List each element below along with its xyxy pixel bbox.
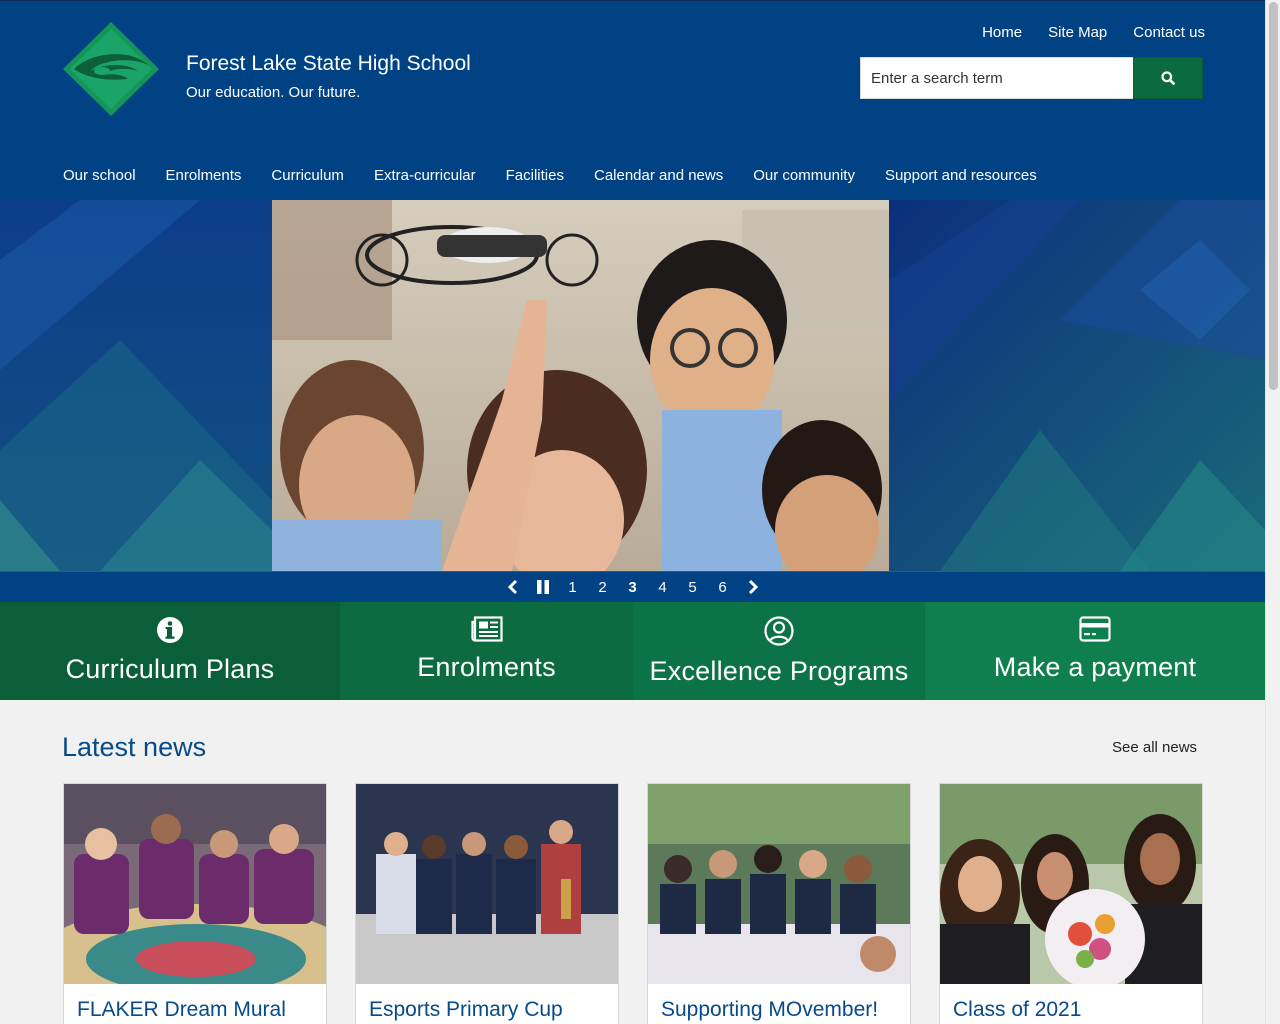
carousel-dot-2[interactable]: 2 [588,579,618,596]
carousel-next-button[interactable] [738,579,768,595]
carousel-dot-4[interactable]: 4 [648,579,678,596]
site-tagline: Our education. Our future. [186,84,361,101]
news-thumbnail [648,784,910,984]
nav-our-school[interactable]: Our school [48,161,151,190]
nav-calendar-and-news[interactable]: Calendar and news [579,161,738,190]
news-card-title: Class of 2021 [953,998,1082,1021]
news-thumbnail [64,784,326,984]
quicklink-curriculum-plans[interactable]: Curriculum Plans [0,602,340,700]
pause-icon [536,580,549,594]
quicklink-label: Excellence Programs [649,656,909,686]
nav-extra-curricular[interactable]: Extra-curricular [359,161,491,190]
search-form [860,57,1203,99]
utility-link-home[interactable]: Home [982,23,1022,42]
news-card[interactable]: Esports Primary Cup [355,783,619,1024]
quicklink-label: Make a payment [993,652,1197,682]
see-all-news-link[interactable]: See all news [1112,739,1197,756]
utility-link-contact[interactable]: Contact us [1133,23,1205,42]
news-card[interactable]: FLAKER Dream Mural [63,783,327,1024]
news-card[interactable]: Supporting MOvember! [647,783,911,1024]
user-circle-icon [764,616,794,646]
info-icon [157,617,183,643]
news-card-title: Supporting MOvember! [661,998,879,1021]
carousel-controls: 1 2 3 4 5 6 [0,571,1265,602]
carousel-dot-6[interactable]: 6 [708,579,738,596]
nav-our-community[interactable]: Our community [738,161,870,190]
page-scrollbar[interactable] [1265,0,1280,1024]
nav-support-and-resources[interactable]: Support and resources [870,161,1052,190]
search-icon [1161,71,1175,85]
credit-card-icon [1079,616,1111,642]
search-button[interactable] [1133,57,1203,99]
quicklink-excellence-programs[interactable]: Excellence Programs [633,602,925,700]
news-card-title: FLAKER Dream Mural [77,998,286,1021]
carousel-prev-button[interactable] [498,579,528,595]
site-name[interactable]: Forest Lake State High School [186,52,471,76]
carousel-pause-button[interactable] [528,580,558,594]
main-nav: Our school Enrolments Curriculum Extra-c… [48,161,1052,190]
latest-news-heading: Latest news [62,732,207,762]
carousel-dot-1[interactable]: 1 [558,579,588,596]
scrollbar-thumb[interactable] [1269,2,1278,390]
news-thumbnail [356,784,618,984]
quicklinks-bar: Curriculum Plans Enrolments Excellence P… [0,602,1265,700]
school-logo[interactable] [62,21,160,117]
utility-link-site-map[interactable]: Site Map [1048,23,1107,42]
page: Forest Lake State High School Our educat… [0,0,1265,1024]
hero-slide-image [272,200,889,571]
news-thumbnail [940,784,1202,984]
quicklink-enrolments[interactable]: Enrolments [340,602,633,700]
nav-curriculum[interactable]: Curriculum [256,161,359,190]
news-card[interactable]: Class of 2021 [939,783,1203,1024]
chevron-left-icon [507,579,517,595]
quicklink-label: Enrolments [417,652,556,682]
newspaper-icon [470,616,503,642]
nav-facilities[interactable]: Facilities [491,161,579,190]
carousel-dot-3[interactable]: 3 [618,579,648,596]
chevron-right-icon [748,579,758,595]
utility-nav: Home Site Map Contact us [982,23,1205,42]
news-card-title: Esports Primary Cup [369,998,563,1021]
search-input[interactable] [860,57,1133,99]
quicklink-label: Curriculum Plans [65,654,275,684]
carousel-dot-5[interactable]: 5 [678,579,708,596]
hero-carousel [0,200,1265,571]
site-header: Forest Lake State High School Our educat… [0,0,1265,200]
quicklink-make-a-payment[interactable]: Make a payment [925,602,1265,700]
nav-enrolments[interactable]: Enrolments [151,161,257,190]
